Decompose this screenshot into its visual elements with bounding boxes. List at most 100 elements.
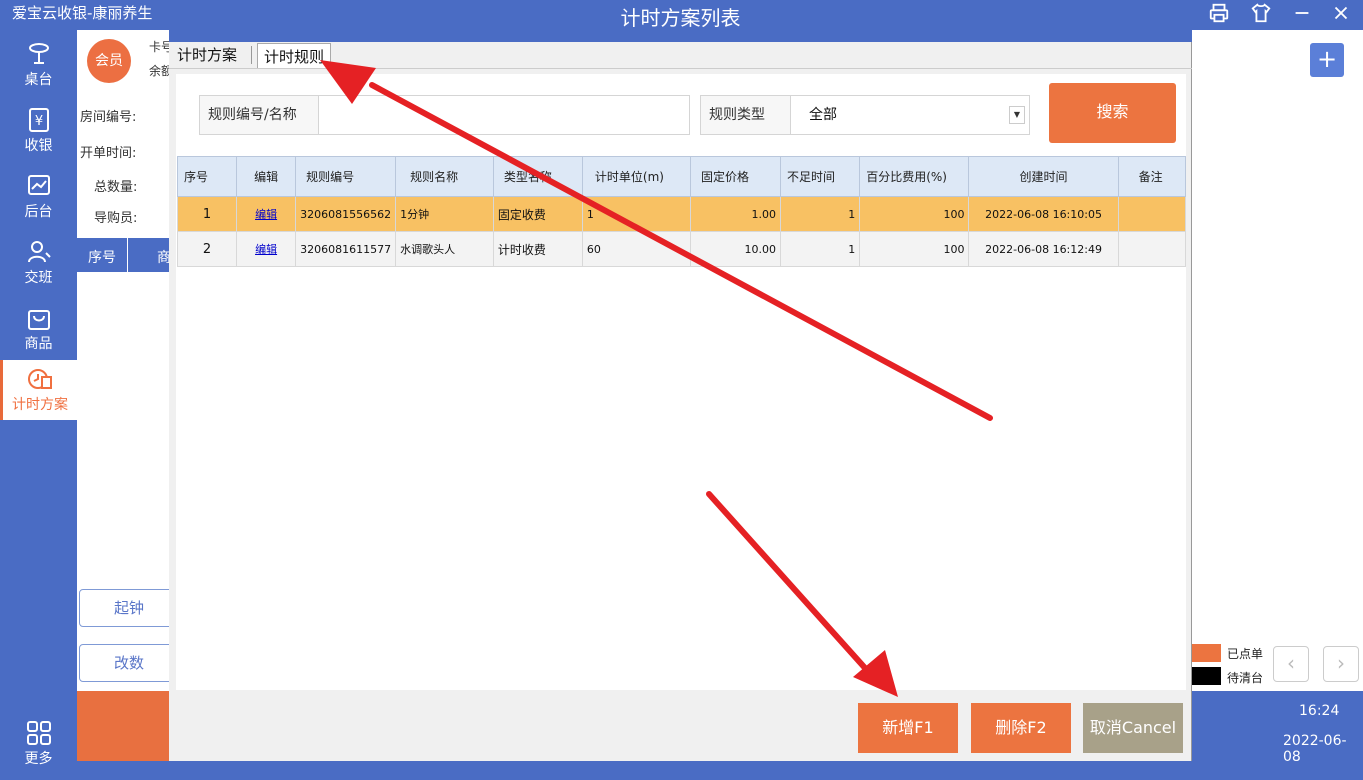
modify-count-button[interactable]: 改数 [79,644,179,682]
cell-code: 3206081556562 [295,196,397,232]
svg-text:¥: ¥ [34,114,42,129]
tab-timing-plan[interactable]: 计时方案 [171,42,244,68]
cell-percent: 100 [859,196,970,232]
col-header[interactable]: 创建时间 [968,156,1119,197]
sidebar-more-label: 更多 [24,751,53,767]
sidebar-item-cashier[interactable]: ¥ 收银 [0,101,77,167]
sidebar-item-goods[interactable]: 商品 [0,299,77,365]
sidebar: 桌台 ¥ 收银 后台 交班 商品 计时方案 更多 [0,30,77,767]
cell-price: 10.00 [690,231,781,267]
guide-label: 导购员: [94,211,138,226]
dialog-title: 计时方案列表 [169,0,1192,42]
timing-plan-dialog: 计时方案列表 计时方案 计时规则 规则编号/名称 规则类型 全部 ▼ 搜索 序号… [169,0,1192,761]
cell-price: 1.00 [690,196,781,232]
sidebar-item-table[interactable]: 桌台 [0,35,77,101]
search-button[interactable]: 搜索 [1049,83,1176,143]
cell-percent: 100 [859,231,970,267]
cell-unit: 60 [581,231,692,267]
col-header[interactable]: 序号 [176,156,238,197]
edit-link[interactable]: 编辑 [255,243,277,256]
window-controls [1192,0,1363,30]
table-row[interactable]: 2 编辑 3206081611577 水调歌头人 计时收费 60 10.00 1… [176,231,1187,267]
room-label: 房间编号: [80,110,137,125]
col-header[interactable]: 不足时间 [779,156,861,197]
sidebar-item-label: 商品 [24,336,53,352]
legend-swatch-ordered [1192,644,1221,662]
legend-ordered: 已点单 [1227,647,1264,661]
open-time-label: 开单时间: [80,146,137,161]
search-input[interactable] [318,95,690,135]
grid-icon [26,721,51,745]
cell-index: 2 [176,231,238,267]
tab-timing-rule[interactable]: 计时规则 [257,43,332,68]
total-label: 总数量: [94,180,138,195]
cell-created: 2022-06-08 16:10:05 [968,196,1119,232]
col-header[interactable]: 类型名称 [492,156,583,197]
member-avatar[interactable]: 会员 [87,39,131,83]
col-header[interactable]: 计时单位(m) [581,156,692,197]
start-clock-button[interactable]: 起钟 [79,589,179,627]
col-header[interactable]: 百分比费用(%) [859,156,970,197]
rule-type-select[interactable]: 全部 ▼ [790,95,1030,135]
sidebar-more[interactable]: 更多 [0,720,77,780]
sidebar-item-label: 后台 [24,204,53,220]
next-page-icon[interactable]: › [1323,646,1359,682]
minimize-icon[interactable] [1289,2,1315,26]
search-label: 规则编号/名称 [199,95,319,135]
rule-type-value: 全部 [809,107,837,123]
sidebar-item-label: 收银 [24,138,53,154]
shirt-icon[interactable] [1248,2,1274,26]
cell-code: 3206081611577 [295,231,397,267]
yen-icon: ¥ [28,108,49,132]
cell-index: 1 [176,196,238,232]
sidebar-item-label: 计时方案 [12,397,68,413]
rule-type-label: 规则类型 [700,95,791,135]
chevron-down-icon[interactable]: ▼ [1009,106,1025,124]
printer-icon[interactable] [1206,2,1232,26]
col-header[interactable]: 规则名称 [395,156,494,197]
prev-page-icon[interactable]: ‹ [1273,646,1309,682]
sidebar-item-label: 桌台 [24,72,53,88]
rule-list-panel: 规则编号/名称 规则类型 全部 ▼ 搜索 序号 编辑 规则编号 规则名称 类型名… [176,74,1187,690]
sidebar-item-timing-plan[interactable]: 计时方案 [0,360,77,420]
user-icon [27,241,51,263]
close-icon[interactable] [1328,2,1354,26]
clock-time: 16:24 [1299,703,1340,719]
cell-note [1117,196,1187,232]
cancel-button[interactable]: 取消Cancel [1083,703,1183,753]
chart-icon [27,175,50,195]
cell-unit: 1 [581,196,692,232]
col-header[interactable]: 规则编号 [295,156,397,197]
col-header[interactable]: 备注 [1117,156,1187,197]
cell-short-time: 1 [779,196,861,232]
table-row[interactable]: 1 编辑 3206081556562 1分钟 固定收费 1 1.00 1 100… [176,196,1187,232]
legend-to-clean: 待清台 [1227,671,1264,685]
right-panel: + 已点单 待清台 ‹ › [1192,30,1363,691]
order-panel: 会员 卡号 余额 房间编号: 开单时间: 总数量: 导购员: 序号 商 起钟 改… [77,30,179,691]
timer-icon [28,369,52,389]
table-header-row: 序号 编辑 规则编号 规则名称 类型名称 计时单位(m) 固定价格 不足时间 百… [176,156,1187,197]
bag-icon [27,310,50,330]
sidebar-item-backend[interactable]: 后台 [0,167,77,233]
edit-link[interactable]: 编辑 [255,208,277,221]
sidebar-item-shift[interactable]: 交班 [0,233,77,299]
sidebar-item-label: 交班 [24,270,53,286]
add-icon[interactable]: + [1310,43,1344,77]
legend-swatch-to-clean [1192,667,1221,685]
cell-type: 固定收费 [492,196,583,232]
cell-type: 计时收费 [492,231,583,267]
col-index: 序号 [88,250,116,266]
delete-button[interactable]: 删除F2 [971,703,1071,753]
clock-date: 2022-06-08 [1283,733,1347,765]
cell-short-time: 1 [779,231,861,267]
col-header[interactable]: 固定价格 [690,156,781,197]
rule-table: 序号 编辑 规则编号 规则名称 类型名称 计时单位(m) 固定价格 不足时间 百… [176,156,1187,267]
add-button[interactable]: 新增F1 [858,703,958,753]
cell-note [1117,231,1187,267]
cell-name: 1分钟 [395,196,494,232]
status-bar: 16:24 2022-06-08 [1192,691,1363,765]
cell-name: 水调歌头人 [395,231,494,267]
col-header[interactable]: 编辑 [236,156,297,197]
checkout-strip[interactable] [77,691,169,761]
cell-created: 2022-06-08 16:12:49 [968,231,1119,267]
